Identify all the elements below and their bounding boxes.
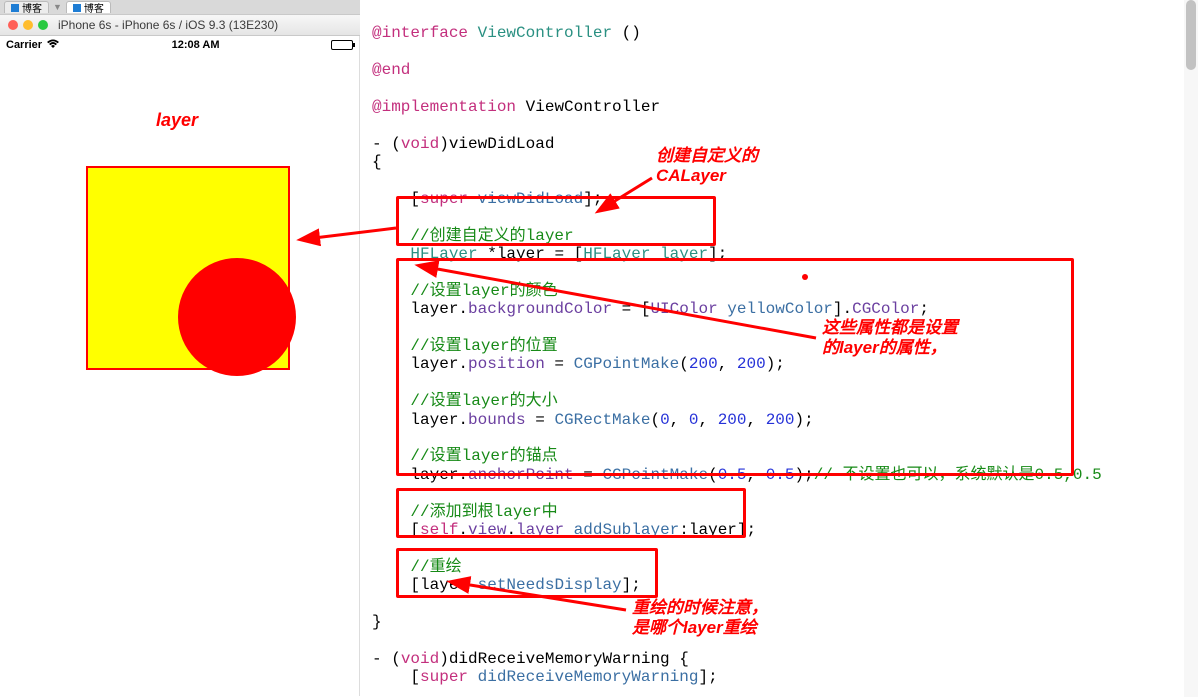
simulator-panel: Carrier 12:08 AM <box>0 36 360 696</box>
code-comment: //重绘 <box>372 558 462 576</box>
ios-status-bar: Carrier 12:08 AM <box>0 36 359 54</box>
favicon-icon <box>11 4 19 12</box>
close-icon[interactable] <box>8 20 18 30</box>
clock-label: 12:08 AM <box>172 39 220 51</box>
code-comment: //设置layer的大小 <box>372 392 558 410</box>
carrier-label: Carrier <box>6 39 42 51</box>
scrollbar[interactable] <box>1184 0 1198 697</box>
code-keyword: @interface <box>372 24 468 42</box>
scroll-thumb[interactable] <box>1186 0 1196 70</box>
tab-dropdown-icon[interactable]: ▼ <box>53 2 62 12</box>
code-type: ViewController <box>478 24 612 42</box>
browser-tab[interactable]: 博客 <box>4 1 49 13</box>
maximize-icon[interactable] <box>38 20 48 30</box>
code-comment: //添加到根layer中 <box>372 503 558 521</box>
red-circle <box>178 258 296 376</box>
yellow-layer-box <box>86 166 290 370</box>
code-comment: //设置layer的颜色 <box>372 282 558 300</box>
minimize-icon[interactable] <box>23 20 33 30</box>
annotation-dot <box>802 274 808 280</box>
simulator-title: iPhone 6s - iPhone 6s / iOS 9.3 (13E230) <box>58 18 278 32</box>
layer-annotation-label: layer <box>156 110 198 131</box>
battery-icon <box>331 40 353 50</box>
code-keyword: @implementation <box>372 98 516 116</box>
code-comment: //创建自定义的layer <box>372 227 574 245</box>
browser-tab-bar: 博客 ▼ 博客 <box>0 0 360 14</box>
wifi-icon <box>46 38 60 52</box>
code-editor[interactable]: @interface ViewController () @end @imple… <box>362 0 1198 697</box>
simulator-titlebar: iPhone 6s - iPhone 6s / iOS 9.3 (13E230) <box>0 14 360 36</box>
tab-label: 博客 <box>22 0 42 15</box>
code-keyword: @end <box>372 61 410 79</box>
window-traffic-lights <box>8 20 48 30</box>
code-comment: //设置layer的锚点 <box>372 447 558 465</box>
tab-label: 博客 <box>84 0 104 15</box>
browser-tab-active[interactable]: 博客 <box>66 1 111 13</box>
favicon-icon <box>73 4 81 12</box>
code-comment: //设置layer的位置 <box>372 337 558 355</box>
